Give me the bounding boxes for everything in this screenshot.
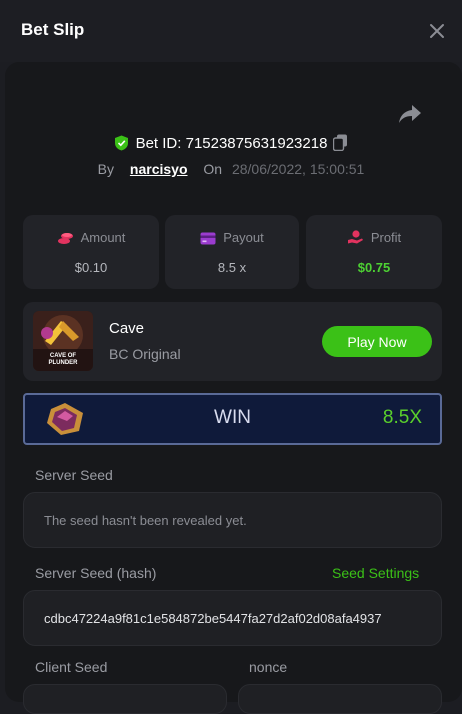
game-card: CAVE OF PLUNDER Cave BC Original Play No… [23,302,442,381]
bet-id: Bet ID: 71523875631923218 [135,135,328,152]
by-label: By [97,161,115,177]
seed-settings-link[interactable]: Seed Settings [332,565,419,581]
coins-icon [57,233,73,244]
client-seed-label: Client Seed [35,659,108,675]
game-thumbnail-caption: CAVE OF [50,353,77,359]
close-icon[interactable] [426,20,448,42]
server-seed-hash-label: Server Seed (hash) [35,565,157,581]
copy-icon[interactable] [333,134,348,151]
stat-payout-value: 8.5 x [217,260,247,275]
bet-byline: By narcisyo On 28/06/2022, 15:00:51 [0,161,462,177]
stat-amount-label: Amount [80,230,126,245]
server-seed-label: Server Seed [35,467,113,483]
stat-profit: Profit $0.75 [306,215,442,289]
nonce-label: nonce [249,659,288,675]
game-thumbnail-art: CAVE OF PLUNDER [33,311,93,371]
server-seed-hash-value: cdbc47224a9f81c1e584872be5447fa27d2af02d… [44,611,382,626]
nonce-field[interactable] [238,684,442,714]
game-subtitle: BC Original [109,346,181,362]
stat-profit-value: $0.75 [357,260,391,275]
stat-payout-label: Payout [223,230,264,245]
shield-check-icon [114,135,128,151]
client-seed-field[interactable] [23,684,227,714]
stat-profit-label: Profit [370,230,402,245]
game-thumbnail[interactable]: CAVE OF PLUNDER [33,311,93,371]
share-icon[interactable] [397,102,423,126]
on-label: On [203,161,223,177]
stat-amount: Amount $0.10 [23,215,159,289]
stat-amount-value: $0.10 [74,260,108,275]
stat-payout: Payout 8.5 x [165,215,299,289]
hand-coin-icon [347,230,363,244]
card-icon [200,232,216,245]
stat-payout-label-row: Payout [165,230,299,245]
server-seed-field: The seed hasn't been revealed yet. [23,492,442,548]
server-seed-hash-field[interactable]: cdbc47224a9f81c1e584872be5447fa27d2af02d… [23,590,442,646]
game-name: Cave [109,320,145,337]
username-link[interactable]: narcisyo [130,161,188,177]
bet-id-row: Bet ID: 71523875631923218 [0,134,462,152]
stat-amount-label-row: Amount [23,230,159,245]
stat-profit-label-row: Profit [306,230,442,245]
bet-date: 28/06/2022, 15:00:51 [231,161,365,177]
play-now-button[interactable]: Play Now [322,326,432,357]
result-banner: WIN 8.5X [23,393,442,445]
result-text: WIN [214,407,251,428]
result-multiplier: 8.5X [382,407,422,428]
server-seed-value: The seed hasn't been revealed yet. [44,513,247,528]
dialog-title: Bet Slip [21,20,85,39]
game-thumbnail-caption-2: PLUNDER [48,360,78,366]
